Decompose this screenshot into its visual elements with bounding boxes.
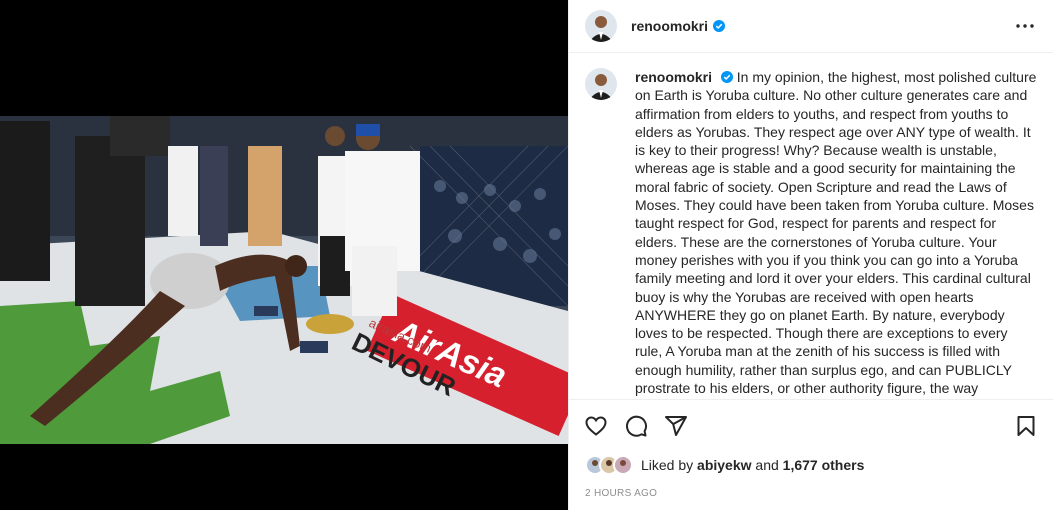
post-timestamp[interactable]: 2 HOURS AGO (585, 488, 657, 499)
heart-icon[interactable] (583, 413, 609, 439)
likes-summary[interactable]: Liked by abiyekw and 1,677 others (585, 455, 864, 475)
verified-badge-icon (713, 20, 726, 32)
comment-icon[interactable] (623, 413, 649, 439)
caption-author-avatar[interactable] (585, 68, 617, 100)
caption-row: renoomokri In my opinion, the highest, m… (585, 68, 1037, 399)
share-icon[interactable] (663, 413, 689, 439)
championship-belt (306, 314, 354, 334)
liked-by-user[interactable]: abiyekw (697, 457, 751, 473)
author-username[interactable]: renoomokri (631, 18, 708, 34)
bookmark-icon[interactable] (1013, 413, 1039, 439)
verified-badge-icon (720, 71, 733, 83)
more-options-icon[interactable] (1013, 14, 1037, 38)
post-photo[interactable]: AirAsia airasia.com DEVOUR (0, 116, 568, 444)
post-side-panel: renoomokri renoomokri In my opinion, the… (568, 0, 1053, 510)
post-actions (569, 399, 1053, 451)
caption-text: In my opinion, the highest, most polishe… (635, 69, 1037, 399)
liker-avatar (613, 455, 633, 475)
liker-avatars (585, 455, 633, 475)
post-header: renoomokri (569, 0, 1053, 53)
author-avatar[interactable] (585, 10, 617, 42)
likes-count[interactable]: 1,677 others (783, 457, 865, 473)
comments-section[interactable]: renoomokri In my opinion, the highest, m… (569, 54, 1053, 399)
likes-prefix: Liked by (641, 457, 698, 473)
ufc-octagon-scene: AirAsia airasia.com DEVOUR (0, 116, 568, 444)
post-caption: renoomokri In my opinion, the highest, m… (635, 68, 1037, 399)
post-media-pane: AirAsia airasia.com DEVOUR (0, 0, 568, 510)
caption-username[interactable]: renoomokri (635, 69, 712, 85)
likes-conj: and (751, 457, 783, 473)
avatar-image (585, 10, 617, 42)
